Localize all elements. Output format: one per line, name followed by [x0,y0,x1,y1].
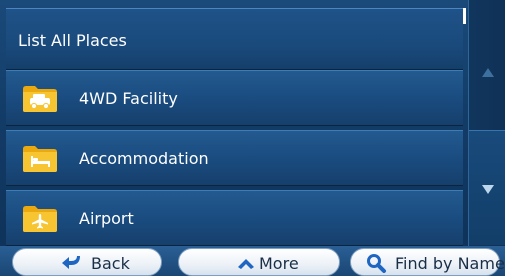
chevron-up-icon [482,68,494,77]
scroll-position-indicator [463,8,466,24]
header-title: List All Places [18,31,127,50]
places-list: List All Places 4WD Facility Accommodati… [0,0,463,246]
find-by-name-button[interactable]: Find by Name [350,248,505,276]
scroll-up-button[interactable] [469,10,505,128]
list-item-accommodation[interactable]: Accommodation [6,130,463,186]
chevron-up-icon [235,253,257,273]
back-button[interactable]: Back [12,248,162,276]
list-item-4wd-facility[interactable]: 4WD Facility [6,70,463,126]
chevron-down-icon [482,185,494,194]
screen: List All Places 4WD Facility Accommodati… [0,0,505,276]
back-button-label: Back [91,254,130,273]
find-by-name-label: Find by Name [395,254,505,273]
airplane-icon [22,203,58,233]
search-icon [365,253,387,273]
list-item-label: 4WD Facility [79,89,178,108]
list-item-label: Airport [79,209,134,228]
more-button[interactable]: More [178,248,340,276]
back-arrow-icon [61,253,83,273]
scroll-down-button[interactable] [469,130,505,245]
car-icon [22,83,58,113]
list-all-places-header[interactable]: List All Places [6,8,463,70]
bed-icon [22,143,58,173]
list-item-airport[interactable]: Airport [6,190,463,246]
scrollbar[interactable] [468,0,505,246]
bottom-toolbar: Back More Find by Name [0,246,505,276]
list-item-label: Accommodation [79,149,209,168]
more-button-label: More [259,254,299,273]
